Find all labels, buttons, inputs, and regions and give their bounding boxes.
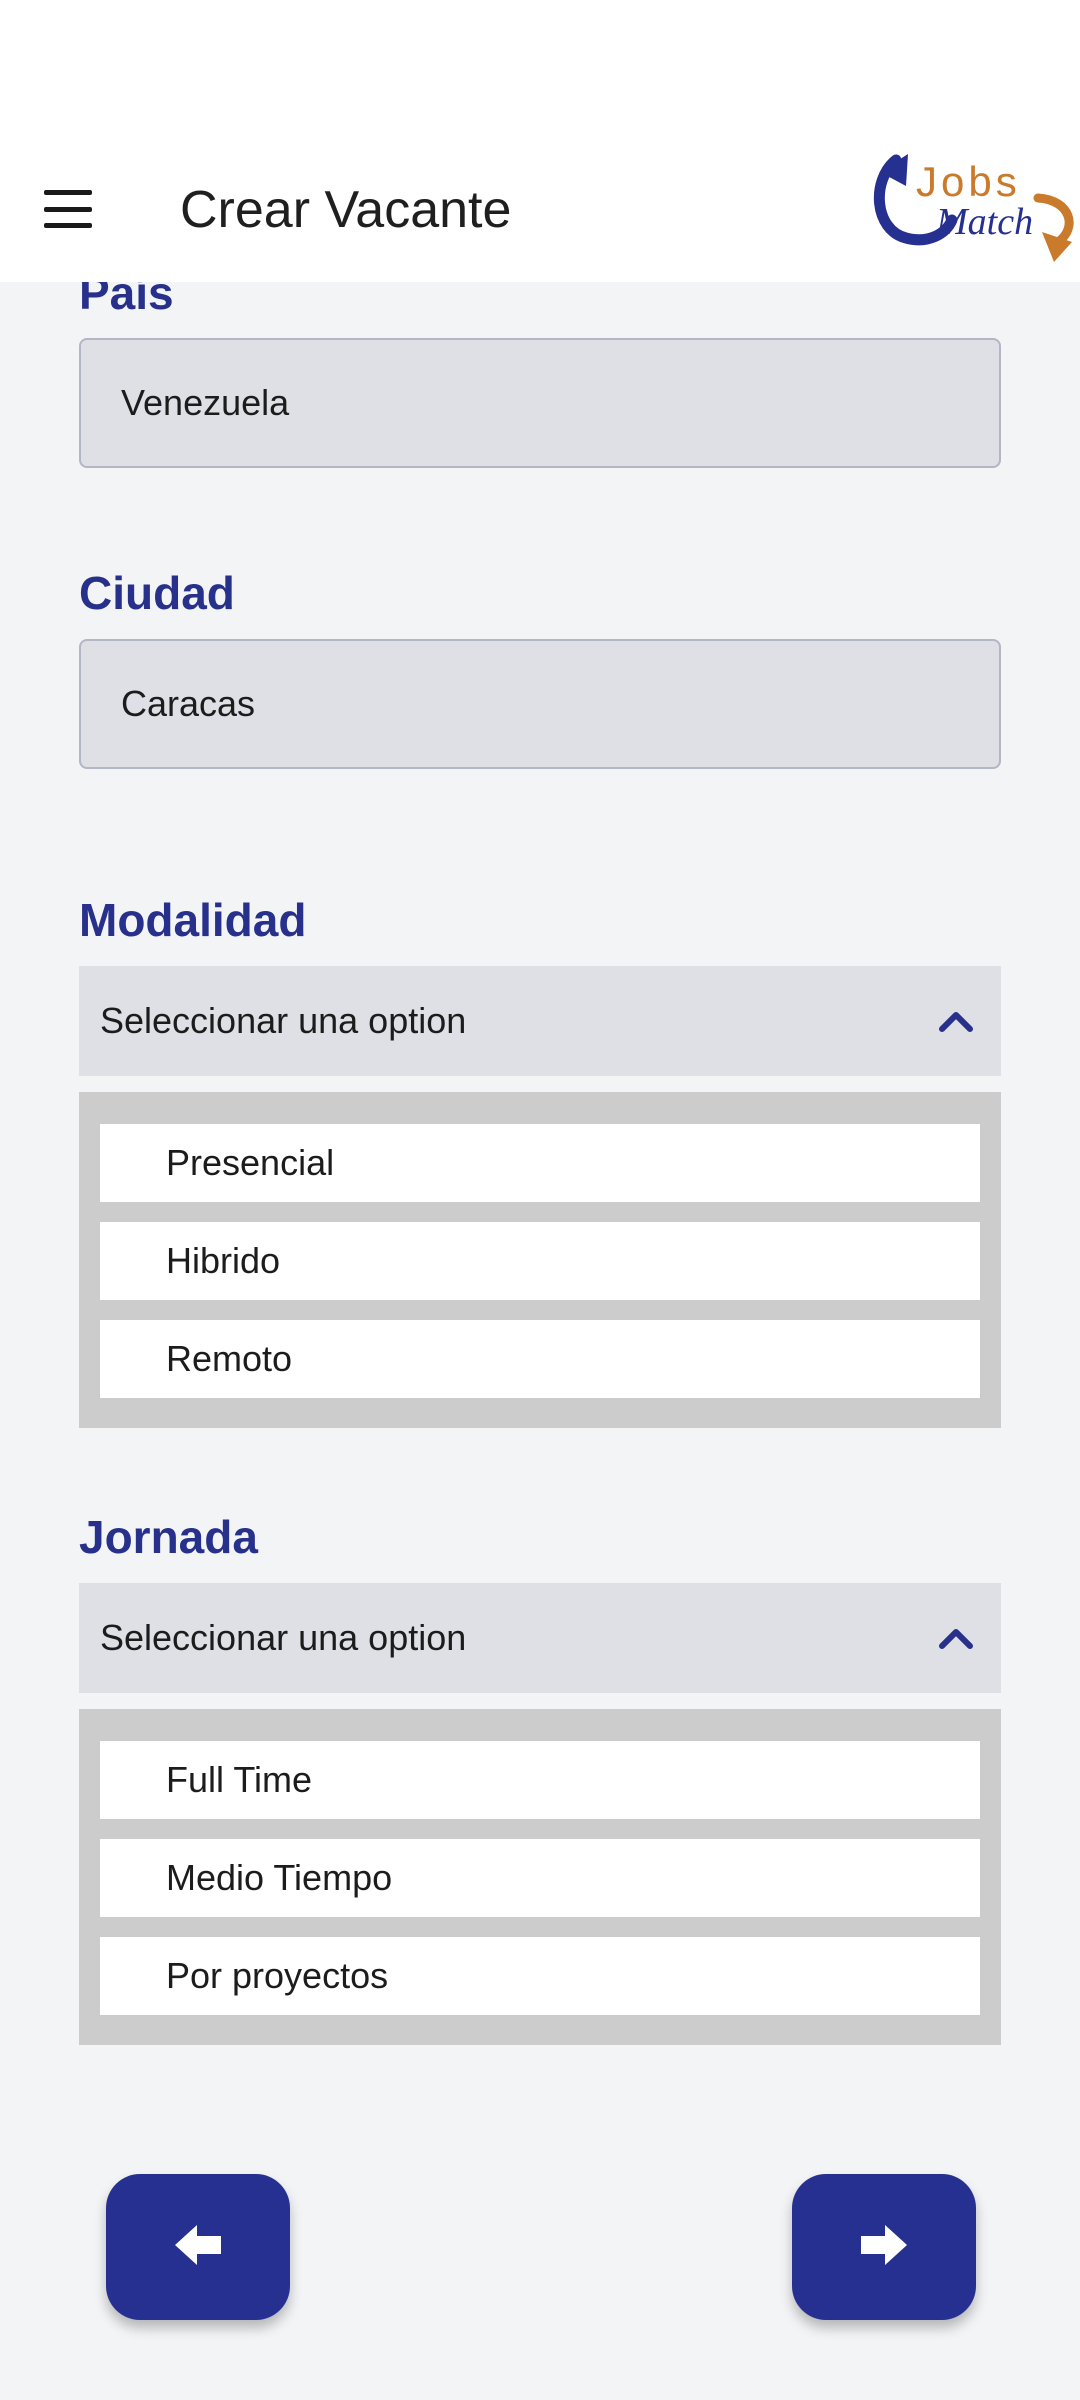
next-button[interactable]	[792, 2174, 976, 2320]
jornada-options: Full Time Medio Tiempo Por proyectos	[79, 1709, 1001, 2045]
option-label: Full Time	[166, 1759, 313, 1800]
pais-field[interactable]: Venezuela	[79, 338, 1001, 468]
option-por-proyectos[interactable]: Por proyectos	[100, 1937, 980, 2015]
jornada-select[interactable]: Seleccionar una option	[79, 1583, 1001, 1693]
arrow-right-icon	[859, 2223, 909, 2272]
option-label: Remoto	[166, 1338, 293, 1379]
jornada-placeholder: Seleccionar una option	[100, 1617, 467, 1658]
option-label: Por proyectos	[166, 1955, 389, 1996]
pais-value: Venezuela	[121, 382, 290, 423]
arrow-left-icon	[173, 2223, 223, 2272]
ciudad-field[interactable]: Caracas	[79, 639, 1001, 769]
menu-icon[interactable]	[40, 186, 96, 232]
ciudad-value: Caracas	[121, 683, 256, 724]
jobs-match-logo: Jobs Match	[866, 150, 1080, 268]
option-remoto[interactable]: Remoto	[100, 1320, 980, 1398]
option-label: Medio Tiempo	[166, 1857, 393, 1898]
modalidad-select[interactable]: Seleccionar una option	[79, 966, 1001, 1076]
modalidad-label: Modalidad	[79, 894, 307, 946]
ciudad-label: Ciudad	[79, 567, 235, 619]
option-label: Presencial	[166, 1142, 335, 1183]
form-content: País Venezuela Ciudad Caracas Modalidad …	[0, 0, 1080, 2400]
option-hibrido[interactable]: Hibrido	[100, 1222, 980, 1300]
back-button[interactable]	[106, 2174, 290, 2320]
page-title: Crear Vacante	[180, 181, 512, 239]
option-label: Hibrido	[166, 1240, 281, 1281]
chevron-up-icon	[931, 1001, 981, 1041]
chevron-up-icon	[931, 1618, 981, 1658]
svg-text:Match: Match	[935, 201, 1033, 243]
jornada-label: Jornada	[79, 1511, 258, 1563]
option-presencial[interactable]: Presencial	[100, 1124, 980, 1202]
option-medio-tiempo[interactable]: Medio Tiempo	[100, 1839, 980, 1917]
app-bar: Crear Vacante Jobs Match	[0, 0, 1080, 282]
modalidad-options: Presencial Hibrido Remoto	[79, 1092, 1001, 1428]
option-full-time[interactable]: Full Time	[100, 1741, 980, 1819]
modalidad-placeholder: Seleccionar una option	[100, 1000, 467, 1041]
svg-text:Jobs: Jobs	[916, 158, 1021, 205]
